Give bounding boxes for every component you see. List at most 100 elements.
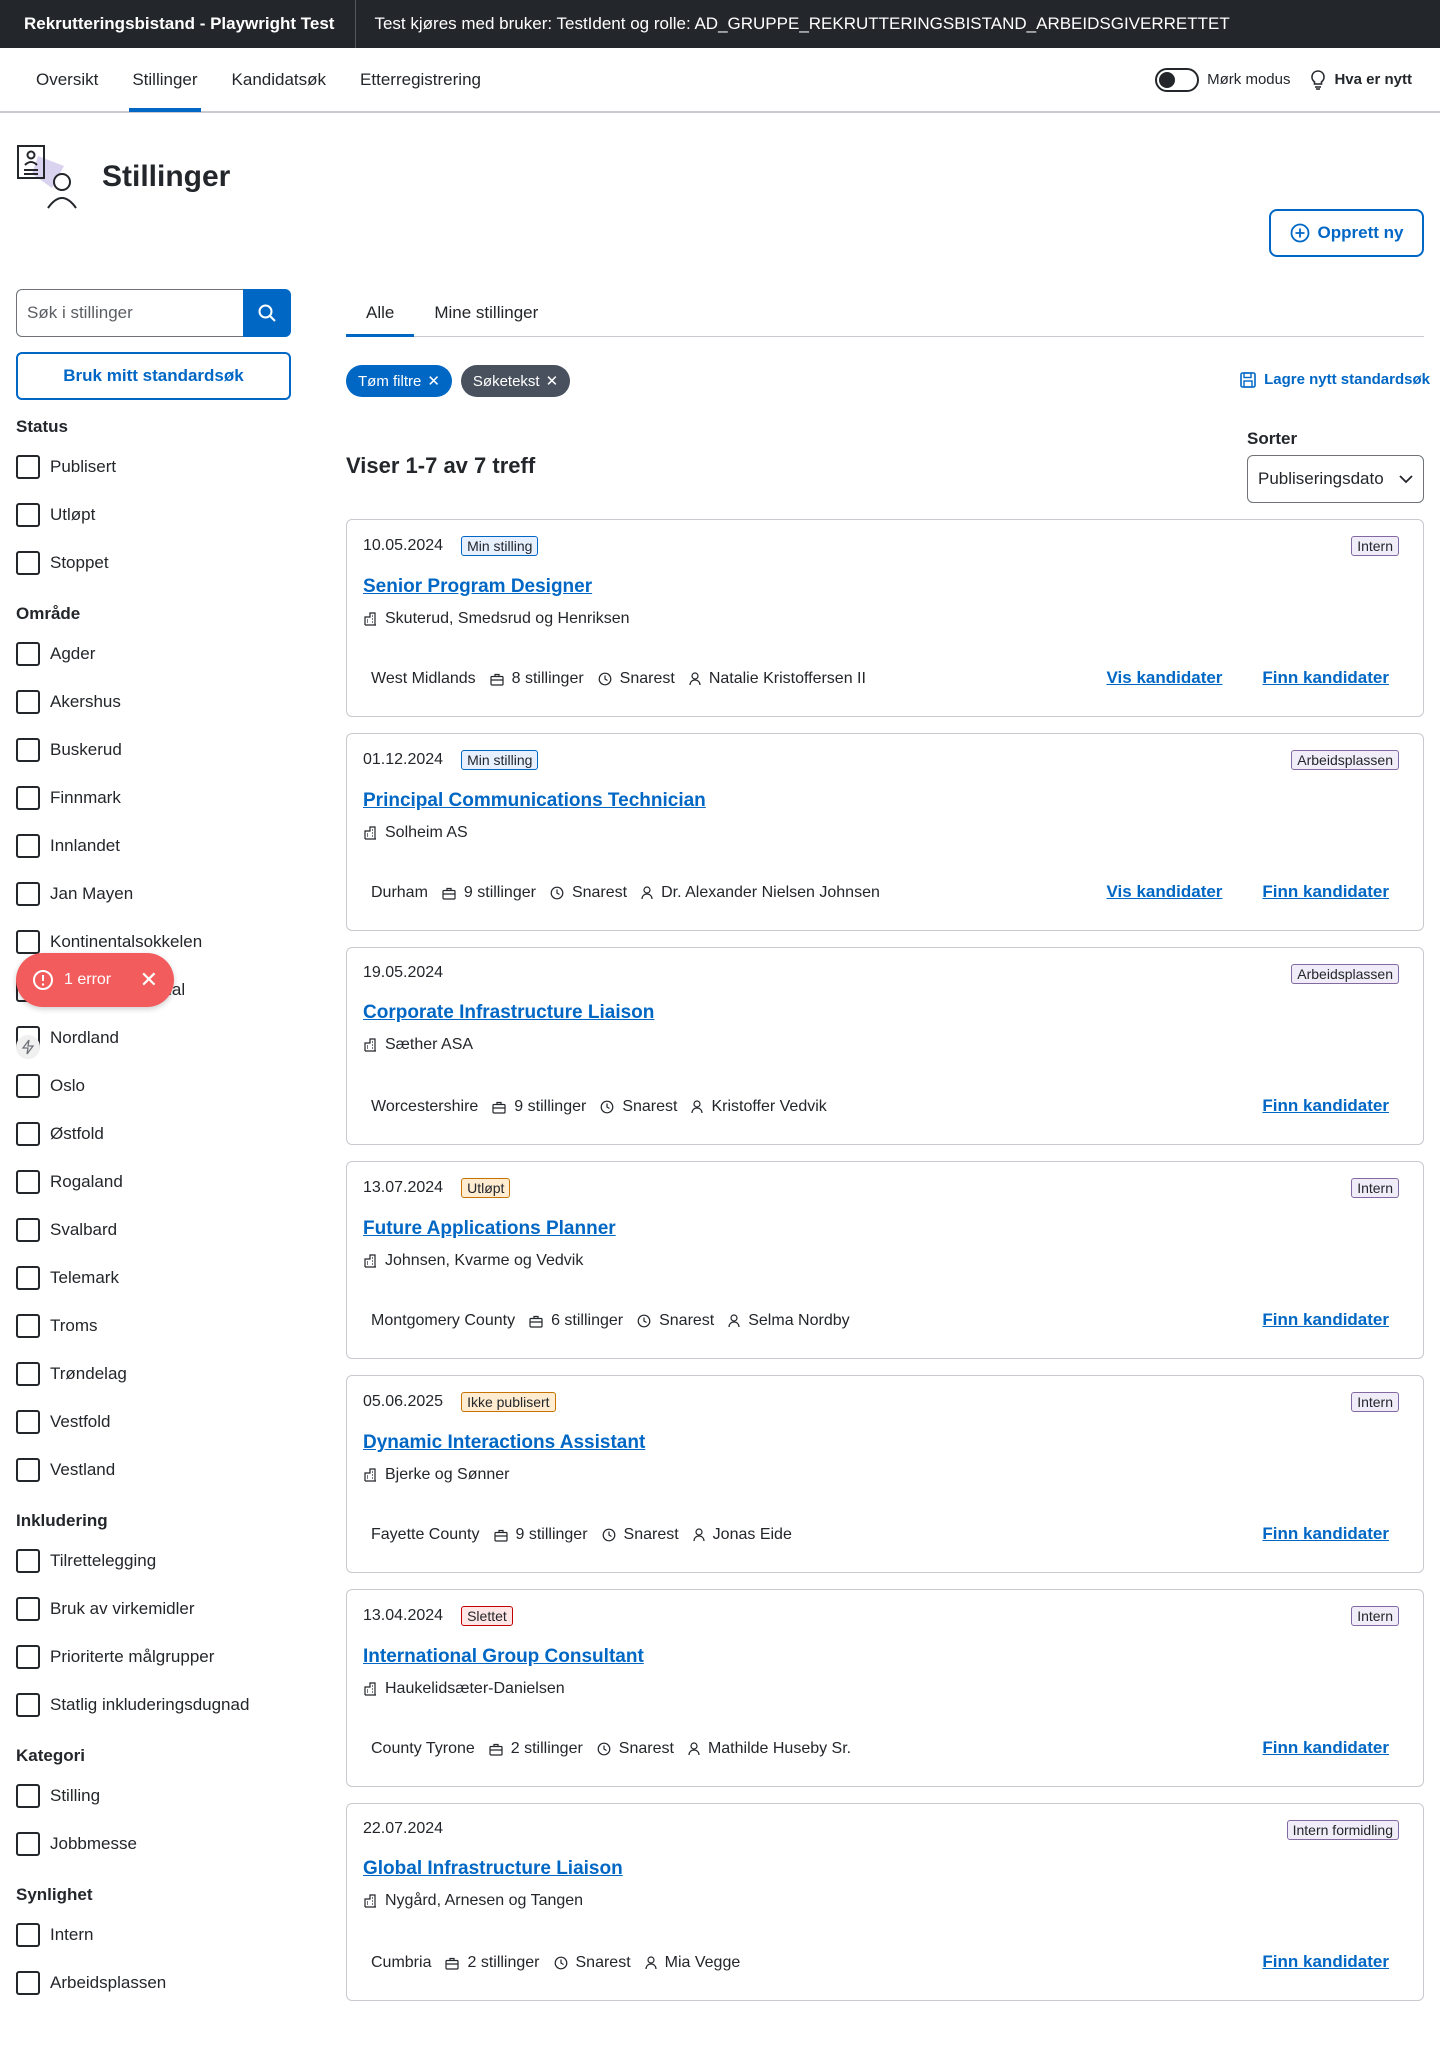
find-candidates-link[interactable]: Finn kandidater: [1262, 1310, 1389, 1330]
filter-checkbox[interactable]: Jan Mayen: [16, 870, 291, 918]
checkbox-icon[interactable]: [16, 690, 40, 714]
job-title-link[interactable]: Principal Communications Technician: [363, 790, 1407, 812]
job-title-link[interactable]: Senior Program Designer: [363, 576, 1407, 598]
find-candidates-link[interactable]: Finn kandidater: [1262, 1524, 1389, 1544]
filter-checkbox[interactable]: Prioriterte målgrupper: [16, 1633, 291, 1681]
whats-new-label: Hva er nytt: [1334, 71, 1412, 88]
filter-checkbox[interactable]: Troms: [16, 1302, 291, 1350]
save-standard-search-button[interactable]: Lagre nytt standardsøk: [1240, 371, 1430, 388]
deadline-text: Snarest: [623, 1526, 679, 1543]
filter-checkbox[interactable]: Jobbmesse: [16, 1820, 291, 1868]
filter-checkbox[interactable]: Agder: [16, 630, 291, 678]
toggle-icon[interactable]: [1155, 67, 1200, 92]
find-candidates-link[interactable]: Finn kandidater: [1262, 882, 1389, 902]
filter-checkbox[interactable]: Akershus: [16, 678, 291, 726]
nav-tab-stillinger[interactable]: Stillinger: [115, 48, 214, 112]
tab-alle[interactable]: Alle: [346, 289, 415, 337]
filter-checkbox[interactable]: Svalbard: [16, 1206, 291, 1254]
dark-mode-switch[interactable]: Mørk modus: [1155, 67, 1290, 92]
checkbox-icon[interactable]: [16, 1549, 40, 1573]
nav-tab-etterregistrering[interactable]: Etterregistrering: [343, 48, 498, 111]
job-title-link[interactable]: Dynamic Interactions Assistant: [363, 1432, 1407, 1454]
close-icon[interactable]: ✕: [140, 967, 158, 993]
filter-checkbox[interactable]: Nordland: [16, 1014, 291, 1062]
checkbox-icon[interactable]: [16, 1170, 40, 1194]
filter-checkbox[interactable]: Tilrettelegging: [16, 1537, 291, 1585]
search-button[interactable]: [243, 289, 291, 337]
filter-checkbox[interactable]: Vestfold: [16, 1398, 291, 1446]
checkbox-icon[interactable]: [16, 738, 40, 762]
find-candidates-link[interactable]: Finn kandidater: [1262, 668, 1389, 688]
checkbox-icon[interactable]: [16, 1693, 40, 1717]
checkbox-icon[interactable]: [16, 503, 40, 527]
checkbox-icon[interactable]: [16, 1218, 40, 1242]
filter-checkbox[interactable]: Vestland: [16, 1446, 291, 1494]
search-input[interactable]: Søk i stillinger: [16, 289, 243, 337]
checkbox-icon[interactable]: [16, 1597, 40, 1621]
view-candidates-link[interactable]: Vis kandidater: [1107, 882, 1223, 902]
checkbox-icon[interactable]: [16, 1122, 40, 1146]
checkbox-icon[interactable]: [16, 1645, 40, 1669]
checkbox-icon[interactable]: [16, 930, 40, 954]
filter-checkbox[interactable]: Stilling: [16, 1772, 291, 1820]
clear-filters-chip[interactable]: Tøm filtre ✕: [346, 365, 452, 397]
create-new-button[interactable]: Opprett ny: [1269, 209, 1424, 257]
use-standard-search-button[interactable]: Bruk mitt standardsøk: [16, 352, 291, 400]
filter-checkbox[interactable]: Telemark: [16, 1254, 291, 1302]
filter-checkbox[interactable]: Arbeidsplassen: [16, 1959, 291, 2007]
filter-checkbox[interactable]: Bruk av virkemidler: [16, 1585, 291, 1633]
filter-checkbox-label: Trøndelag: [50, 1364, 127, 1383]
whats-new-button[interactable]: Hva er nytt: [1310, 69, 1412, 90]
person-icon: [689, 672, 701, 686]
job-title-link[interactable]: Future Applications Planner: [363, 1218, 1407, 1240]
find-candidates-link[interactable]: Finn kandidater: [1262, 1952, 1389, 1972]
checkbox-icon[interactable]: [16, 1832, 40, 1856]
checkbox-icon[interactable]: [16, 1362, 40, 1386]
checkbox-icon[interactable]: [16, 1971, 40, 1995]
status-badge: Ikke publisert: [461, 1392, 556, 1412]
filter-checkbox[interactable]: Intern: [16, 1911, 291, 1959]
deadline: Snarest: [602, 1526, 679, 1544]
save-standard-search-label: Lagre nytt standardsøk: [1264, 371, 1430, 388]
job-title-link[interactable]: Corporate Infrastructure Liaison: [363, 1002, 1407, 1024]
filter-checkbox[interactable]: Innlandet: [16, 822, 291, 870]
filter-checkbox[interactable]: Rogaland: [16, 1158, 291, 1206]
checkbox-icon[interactable]: [16, 882, 40, 906]
nav-tab-oversikt[interactable]: Oversikt: [0, 48, 115, 111]
view-candidates-link[interactable]: Vis kandidater: [1107, 668, 1223, 688]
filter-checkbox[interactable]: Statlig inkluderingsdugnad: [16, 1681, 291, 1729]
app-title[interactable]: Rekrutteringsbistand - Playwright Test: [0, 0, 357, 48]
error-toast[interactable]: 1 error ✕: [16, 953, 174, 1007]
search-text-chip[interactable]: Søketekst ✕: [460, 365, 571, 397]
job-title-link[interactable]: Global Infrastructure Liaison: [363, 1858, 1407, 1880]
filter-checkbox[interactable]: Østfold: [16, 1110, 291, 1158]
filter-checkbox[interactable]: Utløpt: [16, 491, 291, 539]
filter-checkbox[interactable]: Oslo: [16, 1062, 291, 1110]
checkbox-icon[interactable]: [16, 642, 40, 666]
checkbox-icon[interactable]: [16, 1266, 40, 1290]
checkbox-icon[interactable]: [16, 455, 40, 479]
checkbox-icon[interactable]: [16, 786, 40, 810]
checkbox-icon[interactable]: [16, 1410, 40, 1434]
sort-select[interactable]: Publiseringsdato: [1247, 455, 1424, 503]
checkbox-icon[interactable]: [16, 551, 40, 575]
lightning-icon[interactable]: [16, 1035, 40, 1059]
find-candidates-link[interactable]: Finn kandidater: [1262, 1738, 1389, 1758]
filter-checkbox[interactable]: Buskerud: [16, 726, 291, 774]
page-header: Stillinger: [16, 144, 230, 210]
filter-checkbox[interactable]: Publisert: [16, 443, 291, 491]
checkbox-icon[interactable]: [16, 1784, 40, 1808]
job-title-link[interactable]: International Group Consultant: [363, 1646, 1407, 1668]
tab-mine-stillinger[interactable]: Mine stillinger: [414, 289, 558, 336]
checkbox-icon[interactable]: [16, 1458, 40, 1482]
checkbox-icon[interactable]: [16, 1923, 40, 1947]
find-candidates-link[interactable]: Finn kandidater: [1262, 1096, 1389, 1116]
checkbox-icon[interactable]: [16, 1314, 40, 1338]
nav-tab-kandidatsok[interactable]: Kandidatsøk: [215, 48, 344, 111]
job-meta: Durham 9 stillinger Snarest Dr. Alexande…: [371, 884, 880, 902]
filter-checkbox[interactable]: Stoppet: [16, 539, 291, 587]
checkbox-icon[interactable]: [16, 834, 40, 858]
filter-checkbox[interactable]: Trøndelag: [16, 1350, 291, 1398]
filter-checkbox[interactable]: Finnmark: [16, 774, 291, 822]
checkbox-icon[interactable]: [16, 1074, 40, 1098]
